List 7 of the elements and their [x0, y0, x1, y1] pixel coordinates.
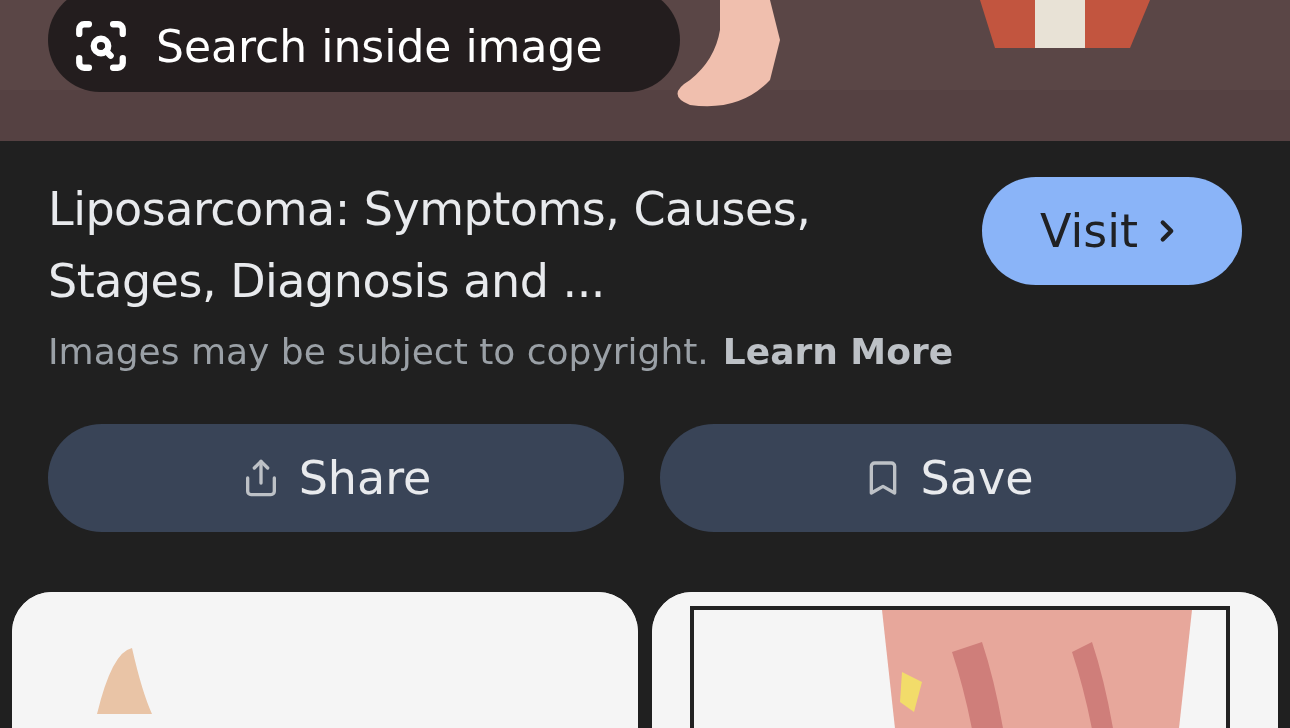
save-button[interactable]: Save [660, 424, 1236, 532]
copyright-notice: Images may be subject to copyright. [48, 331, 709, 372]
share-button[interactable]: Share [48, 424, 624, 532]
learn-more-link[interactable]: Learn More [722, 331, 954, 372]
search-inside-image-button[interactable]: Search inside image [48, 0, 680, 92]
result-title: Liposarcoma: Symptoms, Causes, Stages, Diagnosis and ... [48, 181, 812, 310]
visit-button[interactable]: Visit [982, 177, 1242, 285]
